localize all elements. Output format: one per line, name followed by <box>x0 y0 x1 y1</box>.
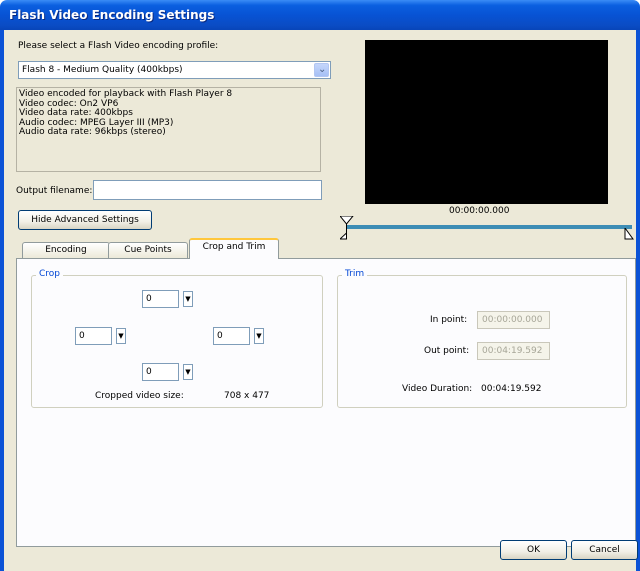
tab-encoding[interactable]: Encoding <box>22 242 110 258</box>
profile-selected-value: Flash 8 - Medium Quality (400kbps) <box>22 65 183 75</box>
in-point-label: In point: <box>430 315 468 325</box>
crop-right-dropdown[interactable]: ▼ <box>254 328 264 344</box>
crop-bottom-dropdown[interactable]: ▼ <box>183 364 193 380</box>
title-bar[interactable]: Flash Video Encoding Settings <box>0 0 640 30</box>
in-point-value: 00:00:00.000 <box>482 315 543 325</box>
in-point-handle[interactable] <box>340 216 354 240</box>
output-filename-label: Output filename: <box>16 186 93 196</box>
out-point-value: 00:04:19.592 <box>482 346 543 356</box>
out-point-label: Out point: <box>424 346 470 356</box>
cancel-button[interactable]: Cancel <box>571 540 638 560</box>
in-point-field: 00:00:00.000 <box>477 311 550 329</box>
window-frame-right <box>636 30 640 571</box>
tab-cue-points[interactable]: Cue Points <box>108 242 188 258</box>
crop-right-value: 0 <box>217 331 223 341</box>
profile-dropdown-button[interactable]: ⌄ <box>314 63 329 77</box>
crop-bottom-input[interactable]: 0 <box>142 363 179 381</box>
trim-group-label: Trim <box>342 269 368 279</box>
crop-left-input[interactable]: 0 <box>75 327 112 345</box>
crop-group: Crop 0 ▼ 0 ▼ 0 ▼ 0 ▼ Cropped video size: <box>31 269 323 408</box>
out-point-field: 00:04:19.592 <box>477 342 550 360</box>
crop-and-trim-panel: Crop 0 ▼ 0 ▼ 0 ▼ 0 ▼ Cropped video size: <box>16 258 636 547</box>
profile-description: Video encoded for playback with Flash Pl… <box>16 87 321 172</box>
out-point-handle[interactable] <box>624 228 634 240</box>
timeline-track[interactable] <box>347 225 632 229</box>
ok-button[interactable]: OK <box>500 540 567 560</box>
encoding-settings-window: Flash Video Encoding Settings Please sel… <box>0 0 640 571</box>
crop-group-label: Crop <box>36 269 64 279</box>
hide-advanced-settings-button[interactable]: Hide Advanced Settings <box>18 210 152 230</box>
crop-left-dropdown[interactable]: ▼ <box>116 328 126 344</box>
trim-group: Trim In point: 00:00:00.000 Out point: 0… <box>337 269 627 408</box>
crop-top-value: 0 <box>146 294 152 304</box>
crop-bottom-value: 0 <box>146 367 152 377</box>
cropped-size-label: Cropped video size: <box>95 391 184 401</box>
description-line: Audio data rate: 96kbps (stereo) <box>19 127 166 138</box>
crop-left-value: 0 <box>79 331 85 341</box>
profile-select[interactable]: Flash 8 - Medium Quality (400kbps) ⌄ <box>18 61 331 79</box>
preview-timecode: 00:00:00.000 <box>449 206 510 216</box>
window-title: Flash Video Encoding Settings <box>9 8 215 22</box>
video-preview <box>365 40 608 204</box>
crop-right-input[interactable]: 0 <box>213 327 250 345</box>
crop-top-dropdown[interactable]: ▼ <box>183 291 193 307</box>
profile-prompt-label: Please select a Flash Video encoding pro… <box>18 41 219 51</box>
cropped-size-value: 708 x 477 <box>224 391 270 401</box>
tab-crop-and-trim[interactable]: Crop and Trim <box>189 238 279 259</box>
crop-top-input[interactable]: 0 <box>142 290 179 308</box>
video-duration-label: Video Duration: <box>402 384 473 394</box>
output-filename-input[interactable] <box>93 180 322 200</box>
chevron-down-icon: ⌄ <box>318 64 327 75</box>
video-duration-value: 00:04:19.592 <box>481 384 542 394</box>
dialog-body: Please select a Flash Video encoding pro… <box>4 30 638 571</box>
